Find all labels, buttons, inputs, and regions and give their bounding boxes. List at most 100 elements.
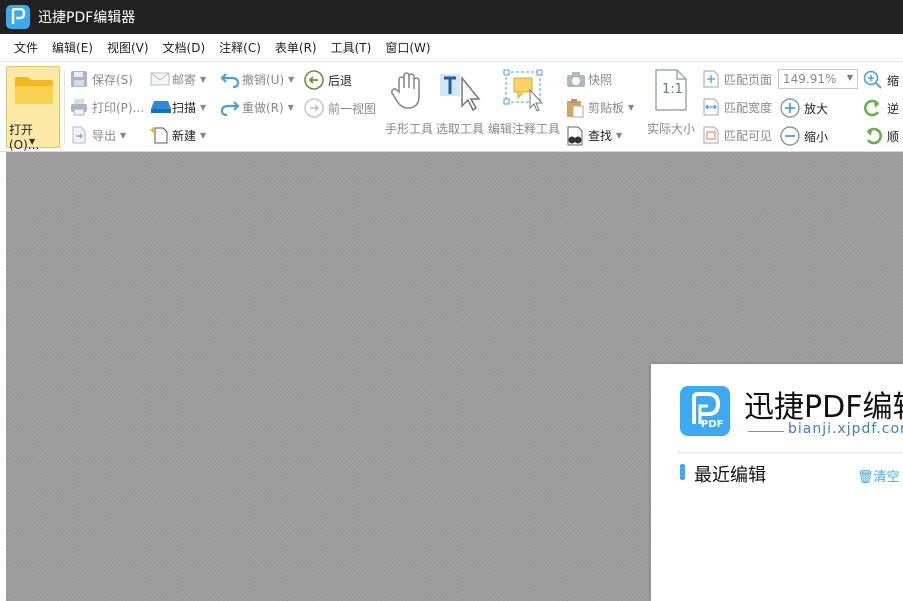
rotate-cw-icon	[863, 126, 883, 146]
clipboard-button[interactable]: 剪贴板 ▼	[566, 98, 635, 118]
select-tool-label: 选取工具	[436, 122, 485, 136]
window-title: 迅捷PDF编辑器	[38, 10, 136, 26]
zoom-in-button[interactable]: 放大	[780, 98, 828, 118]
trash-icon: 🗑	[857, 470, 874, 485]
clipboard-label: 剪贴板	[588, 100, 625, 115]
menu-file[interactable]: 文件	[14, 39, 38, 56]
actual-size-button[interactable]: 1:1 实际大小	[647, 68, 695, 137]
actual-size-label: 实际大小	[647, 122, 696, 136]
clear-recent-label: 清空	[873, 470, 900, 485]
fit-width-label: 匹配宽度	[724, 100, 773, 115]
undo-label: 撤销(U)	[242, 72, 285, 87]
save-button[interactable]: 保存(S)	[70, 70, 133, 88]
recent-marker	[680, 464, 685, 480]
export-button[interactable]: 导出 ▼	[70, 126, 126, 144]
snapshot-button[interactable]: 快照	[566, 70, 612, 88]
rotate-clockwise-button[interactable]: 顺	[863, 126, 899, 146]
printer-icon	[70, 98, 88, 116]
new-label: 新建	[172, 128, 197, 143]
pdf-logo-icon: PDF	[680, 386, 730, 436]
ribbon-toolbar: 打开(O)... ▼ 保存(S) 打印(P)... 导出 ▼ 邮寄 ▼ 扫描 ▼…	[0, 62, 903, 152]
fit-page-button[interactable]: 匹配页面	[702, 70, 772, 88]
text-select-icon	[438, 68, 482, 112]
chevron-down-icon: ▼	[628, 102, 635, 112]
actual-size-icon: 1:1	[653, 68, 689, 112]
chevron-down-icon: ▼	[200, 130, 207, 140]
zoom-in-label: 放大	[804, 101, 829, 116]
menu-tools[interactable]: 工具(T)	[331, 39, 372, 56]
menu-form[interactable]: 表单(R)	[275, 39, 317, 56]
edit-annotation-tool-button[interactable]: 编辑注释工具	[488, 68, 560, 137]
redo-label: 重做(R)	[242, 100, 284, 115]
zoom-level-value: 149.91%	[783, 72, 837, 86]
mail-label: 邮寄	[172, 72, 197, 87]
chevron-down-icon: ▼	[200, 102, 207, 112]
print-label: 打印(P)...	[92, 100, 145, 115]
camera-icon	[566, 70, 585, 88]
menu-window[interactable]: 窗口(W)	[385, 39, 430, 56]
title-bar: 迅捷PDF编辑器	[0, 0, 903, 34]
pdf-logo-text: PDF	[701, 419, 724, 430]
fit-visible-button[interactable]: 匹配可见	[702, 126, 772, 144]
hand-tool-label: 手形工具	[385, 122, 434, 136]
menu-view[interactable]: 视图(V)	[107, 39, 149, 56]
fit-page-icon	[702, 70, 720, 88]
previous-view-label: 前一视图	[328, 101, 377, 116]
workspace-left-edge	[0, 152, 6, 601]
hand-icon	[387, 68, 431, 112]
forward-arrow-icon	[304, 98, 324, 118]
undo-button[interactable]: 撤销(U) ▼	[220, 70, 294, 89]
recent-edits-title: 最近编辑	[694, 465, 766, 486]
hand-tool-button[interactable]: 手形工具	[385, 68, 433, 137]
actual-size-icon-text: 1:1	[662, 82, 683, 97]
menu-bar: 文件 编辑(E) 视图(V) 文档(D) 注释(C) 表单(R) 工具(T) 窗…	[0, 34, 903, 62]
scan-button[interactable]: 扫描 ▼	[150, 98, 206, 116]
fit-width-icon	[702, 98, 720, 116]
shrink-button[interactable]: 缩	[863, 70, 899, 90]
mail-button[interactable]: 邮寄 ▼	[150, 70, 206, 88]
redo-button[interactable]: 重做(R) ▼	[220, 98, 294, 117]
scanner-icon	[150, 98, 171, 116]
chevron-down-icon: ▼	[29, 137, 36, 146]
export-label: 导出	[92, 128, 117, 143]
document-workspace[interactable]: PDF 迅捷PDF编辑 bianji.xjpdf.com 最近编辑 🗑清空	[0, 152, 903, 601]
zoom-level-select[interactable]: 149.91% ▼	[778, 69, 858, 89]
brand-name: 迅捷PDF编辑	[744, 390, 903, 425]
rotate-counterclockwise-button[interactable]: 逆	[863, 98, 899, 118]
panel-divider	[677, 452, 903, 453]
snapshot-label: 快照	[588, 72, 613, 87]
save-label: 保存(S)	[92, 72, 133, 87]
back-arrow-icon	[304, 70, 324, 90]
print-button[interactable]: 打印(P)...	[70, 98, 144, 116]
new-button[interactable]: 新建 ▼	[149, 126, 207, 144]
fit-visible-icon	[702, 126, 720, 144]
fit-page-label: 匹配页面	[724, 72, 773, 87]
back-button[interactable]: 后退	[304, 70, 352, 90]
brand-url[interactable]: bianji.xjpdf.com	[788, 421, 903, 437]
fit-visible-label: 匹配可见	[724, 128, 773, 143]
select-tool-button[interactable]: 选取工具	[436, 68, 484, 137]
zoom-out-button[interactable]: 缩小	[780, 126, 828, 146]
edit-annotation-tool-label: 编辑注释工具	[488, 122, 561, 136]
menu-document[interactable]: 文档(D)	[163, 39, 206, 56]
previous-view-button[interactable]: 前一视图	[304, 98, 376, 118]
redo-icon	[220, 98, 240, 117]
open-button[interactable]: 打开(O)... ▼	[6, 66, 60, 152]
new-document-icon	[149, 126, 168, 144]
rotate-ccw-icon	[863, 98, 883, 118]
menu-edit[interactable]: 编辑(E)	[52, 39, 93, 56]
brand-divider	[748, 431, 784, 432]
fit-width-button[interactable]: 匹配宽度	[702, 98, 772, 116]
ribbon-separator	[64, 70, 65, 144]
clipboard-icon	[566, 98, 584, 118]
clear-recent-button[interactable]: 🗑清空	[857, 466, 900, 485]
back-label: 后退	[328, 73, 353, 88]
mail-icon	[150, 70, 170, 88]
zoom-out-label: 缩小	[804, 129, 829, 144]
shrink-label: 缩	[887, 73, 900, 88]
magnifier-plus-icon	[863, 70, 883, 90]
find-button[interactable]: 查找 ▼	[566, 126, 623, 146]
rotate-ccw-label: 逆	[887, 101, 900, 116]
menu-comment[interactable]: 注释(C)	[219, 39, 261, 56]
chevron-down-icon: ▼	[616, 130, 623, 140]
